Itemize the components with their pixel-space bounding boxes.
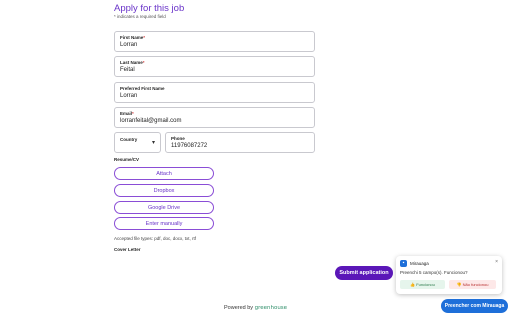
email-label: Email* [120,111,134,116]
required-note: * indicates a required field [114,14,166,19]
greenhouse-logo: greenhouse [254,305,288,311]
required-star: * [143,35,146,40]
required-star: * [132,111,134,116]
dropbox-button[interactable]: Dropbox [114,184,214,197]
first-name-field[interactable]: First Name* Lorran [114,31,315,52]
extension-message: Preenchi 5 campo(s). Funcionou? [400,270,468,275]
page-title: Apply for this job [114,3,185,14]
accepted-file-types: Accepted file types: pdf, doc, docx, txt… [114,236,197,241]
phone-label: Phone [171,136,185,141]
extension-logo-icon: ▪ [400,260,407,267]
phone-field[interactable]: Phone 11976087272 [165,132,315,153]
preferred-name-value: Lorran [120,93,138,99]
close-icon[interactable]: × [495,259,498,265]
worked-button[interactable]: 👍 Funcionou [400,280,445,289]
submit-application-button[interactable]: Submit application [335,266,393,280]
did-not-work-button[interactable]: 👎 Não funcionou [449,280,496,289]
extension-popup: ▪ Mirauaga × Preenchi 5 campo(s). Funcio… [396,256,502,294]
email-value: lorranfeital@gmail.com [120,118,182,124]
enter-manually-button[interactable]: Enter manually [114,217,214,230]
attach-button[interactable]: Attach [114,167,214,180]
fill-with-extension-button[interactable]: Preencher com Mirauaga [441,299,508,313]
chevron-down-icon: ▾ [151,140,155,146]
phone-value: 11976087272 [171,143,208,149]
powered-by-text: Powered by [224,305,254,311]
preferred-name-field[interactable]: Preferred First Name Lorran [114,82,315,103]
cover-letter-label: Cover Letter [114,247,141,252]
google-drive-button[interactable]: Google Drive [114,201,214,214]
first-name-label: First Name* [120,35,146,40]
email-field[interactable]: Email* lorranfeital@gmail.com [114,107,315,128]
last-name-value: Feital [120,67,135,73]
country-select[interactable]: Country ▾ [114,132,161,153]
country-label: Country [120,137,138,142]
powered-by: Powered by greenhouse [224,305,287,311]
preferred-name-label: Preferred First Name [120,86,165,91]
extension-name: Mirauaga [410,261,429,266]
last-name-field[interactable]: Last Name* Feital [114,56,315,77]
first-name-value: Lorran [120,42,138,48]
last-name-label: Last Name* [120,60,145,65]
required-star: * [142,60,145,65]
resume-label: Resume/CV [114,157,140,162]
